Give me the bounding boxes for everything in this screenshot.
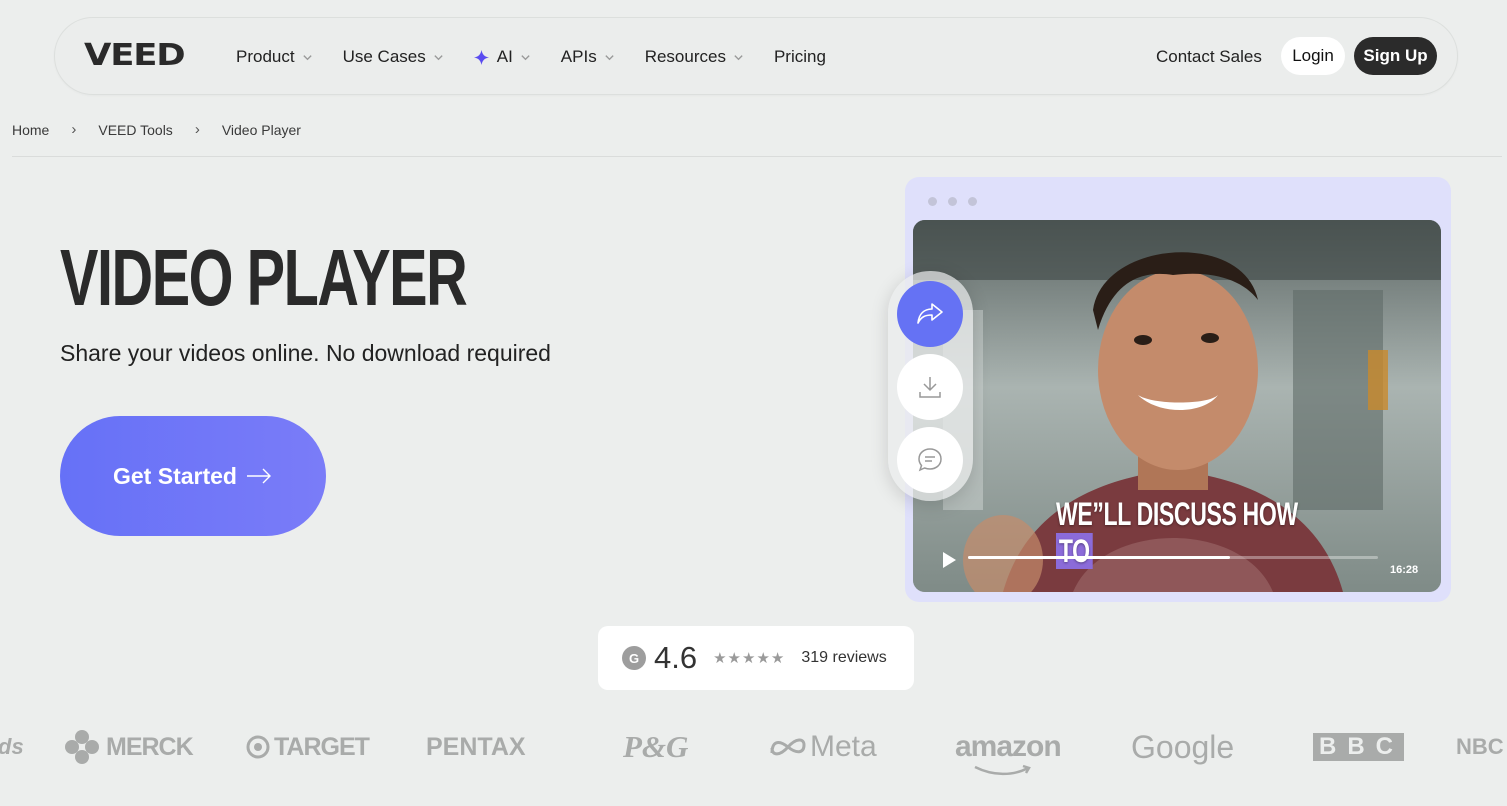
window-dot xyxy=(928,197,937,206)
main-menu: Product Use Cases AI APIs Resources Pric… xyxy=(236,18,856,96)
merck-label: MERCK xyxy=(106,732,194,761)
veed-logo[interactable]: VEED xyxy=(84,38,186,73)
menu-use-cases-label: Use Cases xyxy=(342,47,426,66)
menu-resources-label: Resources xyxy=(644,47,726,66)
window-dot xyxy=(968,197,977,206)
signup-button[interactable]: Sign Up xyxy=(1354,37,1437,75)
chevron-right-icon: › xyxy=(194,121,200,138)
video-frame[interactable]: WE”LL DISCUSS HOW TO 16:28 xyxy=(913,220,1441,592)
menu-use-cases[interactable]: Use Cases xyxy=(343,47,444,67)
chevron-down-icon xyxy=(521,54,530,60)
menu-resources[interactable]: Resources xyxy=(645,47,744,67)
share-button[interactable] xyxy=(897,281,963,347)
video-caption-highlight: TO xyxy=(1056,533,1093,569)
review-count: 319 reviews xyxy=(801,649,887,666)
pentax-logo: PENTAX xyxy=(426,732,526,761)
get-started-label: Get Started xyxy=(113,462,237,489)
menu-pricing-label: Pricing xyxy=(773,47,826,66)
download-button[interactable] xyxy=(897,354,963,420)
bbc-logo: BBC xyxy=(1313,722,1404,772)
login-button[interactable]: Login xyxy=(1281,37,1345,75)
chevron-down-icon xyxy=(302,54,312,60)
breadcrumb-veed-tools[interactable]: VEED Tools xyxy=(98,122,172,138)
breadcrumb-current: Video Player xyxy=(221,121,301,138)
customer-logos: ds MERCK TARGET PENTAX P&G Meta amazon G… xyxy=(0,722,1507,776)
top-navbar: VEED Product Use Cases AI APIs Resources… xyxy=(54,17,1458,95)
comment-icon xyxy=(918,448,942,472)
menu-product[interactable]: Product xyxy=(236,47,313,67)
chevron-right-icon: › xyxy=(71,121,77,138)
get-started-button[interactable]: Get Started xyxy=(60,416,326,536)
amazon-smile-icon xyxy=(974,764,1031,776)
progress-fill xyxy=(968,556,1231,559)
g2-icon: G xyxy=(622,646,646,670)
menu-apis[interactable]: APIs xyxy=(561,47,615,67)
google-logo: Google xyxy=(1131,728,1235,765)
play-icon[interactable] xyxy=(941,551,957,569)
page-subtitle: Share your videos online. No download re… xyxy=(60,340,551,366)
bbc-label: BBC xyxy=(1313,733,1404,761)
merck-icon xyxy=(65,730,99,764)
chevron-down-icon xyxy=(605,54,614,60)
menu-ai-label: AI xyxy=(496,47,513,66)
rating-stars: ★★★★★ xyxy=(713,650,786,667)
breadcrumb: Home › VEED Tools › Video Player xyxy=(12,121,301,138)
target-icon xyxy=(246,735,270,759)
chevron-down-icon xyxy=(734,54,743,60)
page-title: VIDEO PLAYER xyxy=(60,233,468,322)
window-dot xyxy=(948,197,957,206)
logo-partial: ds xyxy=(0,734,24,759)
amazon-label: amazon xyxy=(955,730,1062,763)
nbc-logo: NBC xyxy=(1456,734,1504,759)
video-player-card: WE”LL DISCUSS HOW TO 16:28 xyxy=(905,177,1451,602)
video-duration: 16:28 xyxy=(1390,564,1419,576)
comment-button[interactable] xyxy=(897,427,963,493)
rating-badge[interactable]: G 4.6 ★★★★★ 319 reviews xyxy=(598,626,914,690)
video-actions xyxy=(888,271,973,501)
download-icon xyxy=(919,377,941,398)
arrow-right-icon xyxy=(246,468,271,484)
merck-logo: MERCK xyxy=(64,722,194,772)
window-dots xyxy=(928,197,988,206)
target-logo: TARGET xyxy=(246,722,370,772)
menu-product-label: Product xyxy=(236,47,295,66)
meta-icon xyxy=(770,738,806,756)
meta-label: Meta xyxy=(810,730,877,763)
amazon-logo: amazon xyxy=(955,722,1062,776)
rating-score: 4.6 xyxy=(654,640,698,675)
share-icon xyxy=(917,303,943,324)
divider xyxy=(12,156,1502,157)
menu-ai[interactable]: AI xyxy=(473,47,531,67)
pg-logo: P&G xyxy=(623,729,689,764)
sparkle-icon xyxy=(473,49,489,65)
video-caption-main: WE”LL DISCUSS HOW xyxy=(1056,496,1298,532)
target-label: TARGET xyxy=(274,732,370,761)
chevron-down-icon xyxy=(434,54,443,60)
progress-bar[interactable] xyxy=(968,556,1378,559)
contact-sales-link[interactable]: Contact Sales xyxy=(1156,47,1262,67)
meta-logo: Meta xyxy=(769,722,877,772)
breadcrumb-home[interactable]: Home xyxy=(12,122,49,138)
menu-apis-label: APIs xyxy=(560,47,597,66)
menu-pricing[interactable]: Pricing xyxy=(774,47,826,67)
